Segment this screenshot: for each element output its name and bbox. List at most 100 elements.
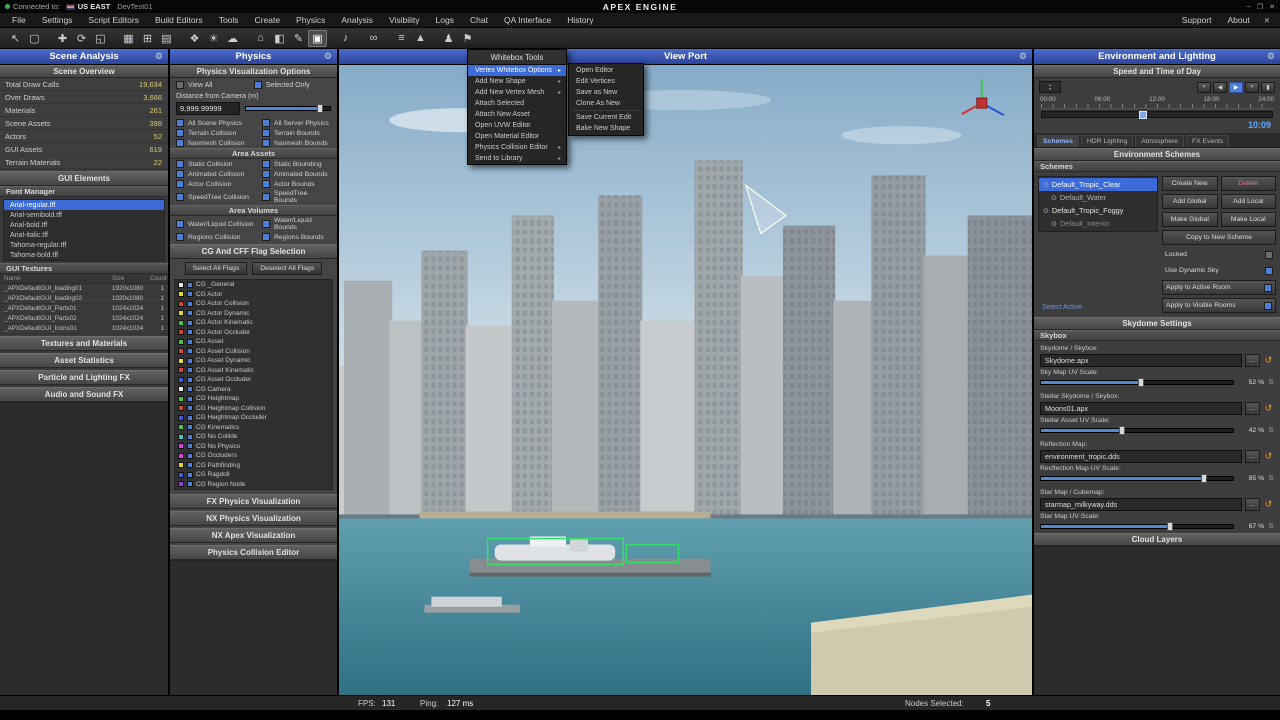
toolbar-icon[interactable]: ☀ bbox=[204, 30, 223, 47]
menu-item[interactable]: Visibility bbox=[381, 15, 428, 25]
playback-button[interactable]: « bbox=[1197, 82, 1211, 93]
uv-scale-slider[interactable] bbox=[1040, 524, 1234, 529]
flag-row[interactable]: CG Region Node bbox=[175, 480, 332, 490]
flag-row[interactable]: CG Actor Collision bbox=[175, 299, 332, 309]
physics-checkbox[interactable] bbox=[176, 119, 184, 127]
font-item[interactable]: Arial-semibold.tff bbox=[4, 210, 164, 220]
skydome-settings-header[interactable]: Skydome Settings bbox=[1034, 317, 1280, 330]
menu-item[interactable]: Logs bbox=[428, 15, 462, 25]
environment-header[interactable]: Environment and Lighting ⚙ bbox=[1034, 49, 1280, 65]
browse-button[interactable]: ... bbox=[1245, 402, 1260, 415]
menu-item-support[interactable]: Support bbox=[1174, 15, 1220, 25]
cloud-layers-header[interactable]: Cloud Layers bbox=[1034, 533, 1280, 546]
submenu-item[interactable]: Open Editor bbox=[569, 65, 643, 76]
flag-checkbox[interactable] bbox=[187, 282, 193, 288]
collapsed-section-header[interactable]: FX Physics Visualization bbox=[170, 494, 337, 509]
toolbar-icon[interactable]: ▤ bbox=[157, 30, 176, 47]
physics-checkbox[interactable] bbox=[262, 139, 270, 147]
flag-row[interactable]: CG Asset Collision bbox=[175, 347, 332, 357]
flag-checkbox[interactable] bbox=[187, 462, 193, 468]
submenu-item[interactable]: Edit Vertices bbox=[569, 76, 643, 87]
menu-item[interactable]: Script Editors bbox=[80, 15, 147, 25]
collapsed-section-header[interactable]: Physics Collision Editor bbox=[170, 545, 337, 560]
minimize-icon[interactable]: – bbox=[1247, 3, 1251, 11]
spinner-icon[interactable]: ⇅ bbox=[1268, 522, 1274, 530]
font-manager-header[interactable]: Font Manager bbox=[0, 186, 168, 197]
flag-row[interactable]: CG Asset Dynamic bbox=[175, 356, 332, 366]
physics-checkbox[interactable] bbox=[176, 193, 184, 201]
physics-checkbox[interactable] bbox=[176, 233, 184, 241]
flag-checkbox[interactable] bbox=[187, 415, 193, 421]
menu-item[interactable]: Vertex Whitebox Options ▸ bbox=[468, 65, 566, 76]
gui-textures-header[interactable]: GUI Textures bbox=[0, 263, 168, 274]
menu-item[interactable]: Create bbox=[247, 15, 289, 25]
toolbar-icon[interactable]: ✚ bbox=[53, 30, 72, 47]
physics-checkbox[interactable] bbox=[176, 170, 184, 178]
flag-checkbox[interactable] bbox=[187, 434, 193, 440]
physics-checkbox[interactable] bbox=[262, 220, 270, 228]
flag-row[interactable]: CG _General bbox=[175, 280, 332, 290]
flag-checkbox[interactable] bbox=[187, 339, 193, 345]
spinner-icon[interactable]: ⇅ bbox=[1268, 378, 1274, 386]
flag-checkbox[interactable] bbox=[187, 320, 193, 326]
flag-row[interactable]: CG Actor Dynamic bbox=[175, 309, 332, 319]
uv-scale-slider[interactable] bbox=[1040, 380, 1234, 385]
physics-checkbox[interactable] bbox=[176, 220, 184, 228]
physics-checkbox[interactable] bbox=[176, 160, 184, 168]
flag-row[interactable]: CG Asset bbox=[175, 337, 332, 347]
visibility-eye-icon[interactable]: ⊙ bbox=[1051, 220, 1057, 228]
distance-value-field[interactable]: 9,999.99999 bbox=[176, 102, 240, 115]
texture-row[interactable]: _APXDefaultGUI_Parts02 1024x1024 1 bbox=[0, 314, 168, 324]
scheme-item[interactable]: ⊙ Default_Tropic_Foggy bbox=[1039, 204, 1157, 217]
menu-item[interactable]: Physics Collision Editor ▸ bbox=[468, 142, 566, 153]
apply-to-visible-rooms-button[interactable]: Apply to Visible Rooms bbox=[1162, 298, 1276, 313]
menu-item[interactable]: Open Material Editor bbox=[468, 131, 566, 142]
select-all-flags-button[interactable]: Select All Flags bbox=[185, 262, 247, 275]
browse-button[interactable]: ... bbox=[1245, 498, 1260, 511]
reset-icon[interactable]: ↺ bbox=[1263, 451, 1274, 462]
reset-icon[interactable]: ↺ bbox=[1263, 403, 1274, 414]
flag-checkbox[interactable] bbox=[187, 348, 193, 354]
toolbar-icon[interactable]: ❖ bbox=[185, 30, 204, 47]
flag-checkbox[interactable] bbox=[187, 291, 193, 297]
locked-checkbox[interactable] bbox=[1265, 251, 1273, 259]
flag-checkbox[interactable] bbox=[187, 424, 193, 430]
file-value-field[interactable]: Moons01.apx bbox=[1040, 402, 1242, 415]
collapsed-section-header[interactable]: Particle and Lighting FX bbox=[0, 370, 168, 385]
flag-checkbox[interactable] bbox=[187, 481, 193, 487]
physics-checkbox[interactable] bbox=[262, 170, 270, 178]
flag-row[interactable]: CG Occluders bbox=[175, 451, 332, 461]
use-dynamic-sky-checkbox[interactable] bbox=[1265, 267, 1273, 275]
physics-checkbox[interactable] bbox=[262, 129, 270, 137]
flag-row[interactable]: CG Actor bbox=[175, 290, 332, 300]
physics-checkbox[interactable] bbox=[262, 193, 270, 201]
playback-button[interactable]: » bbox=[1245, 82, 1259, 93]
texture-row[interactable]: _APXDefaultGUI_Parts01 1024x1024 1 bbox=[0, 304, 168, 314]
physics-checkbox[interactable] bbox=[262, 233, 270, 241]
scheme-item[interactable]: ⊙ Default_Interior bbox=[1039, 217, 1157, 230]
file-value-field[interactable]: environment_tropic.dds bbox=[1040, 450, 1242, 463]
toolbar-icon[interactable]: ⚑ bbox=[458, 30, 477, 47]
flag-checkbox[interactable] bbox=[187, 405, 193, 411]
tab[interactable]: HDR Lighting bbox=[1081, 135, 1133, 147]
playback-button[interactable]: ◀ bbox=[1213, 82, 1227, 93]
time-of-day-header[interactable]: Speed and Time of Day bbox=[1034, 65, 1280, 78]
visibility-eye-icon[interactable]: ⊙ bbox=[1043, 207, 1049, 215]
flag-checkbox[interactable] bbox=[187, 453, 193, 459]
font-item[interactable]: Tahoma-bold.tff bbox=[4, 250, 164, 260]
menu-item[interactable]: Settings bbox=[34, 15, 81, 25]
flag-checkbox[interactable] bbox=[187, 377, 193, 383]
slider-knob[interactable] bbox=[1138, 378, 1144, 387]
flag-checkbox[interactable] bbox=[187, 301, 193, 307]
toolbar-icon[interactable]: ∞ bbox=[364, 30, 383, 47]
menu-item[interactable]: File bbox=[4, 15, 34, 25]
toolbar-icon[interactable]: ☁ bbox=[223, 30, 242, 47]
toolbar-icon[interactable]: ⌂ bbox=[251, 30, 270, 47]
collapsed-section-header[interactable]: Asset Statistics bbox=[0, 353, 168, 368]
physics-checkbox[interactable] bbox=[262, 180, 270, 188]
physics-header[interactable]: Physics ⚙ bbox=[170, 49, 337, 65]
uv-scale-slider[interactable] bbox=[1040, 428, 1234, 433]
submenu-item[interactable]: Clone As New bbox=[569, 98, 643, 109]
font-item[interactable]: Arial-italic.tff bbox=[4, 230, 164, 240]
physics-checkbox[interactable] bbox=[176, 180, 184, 188]
